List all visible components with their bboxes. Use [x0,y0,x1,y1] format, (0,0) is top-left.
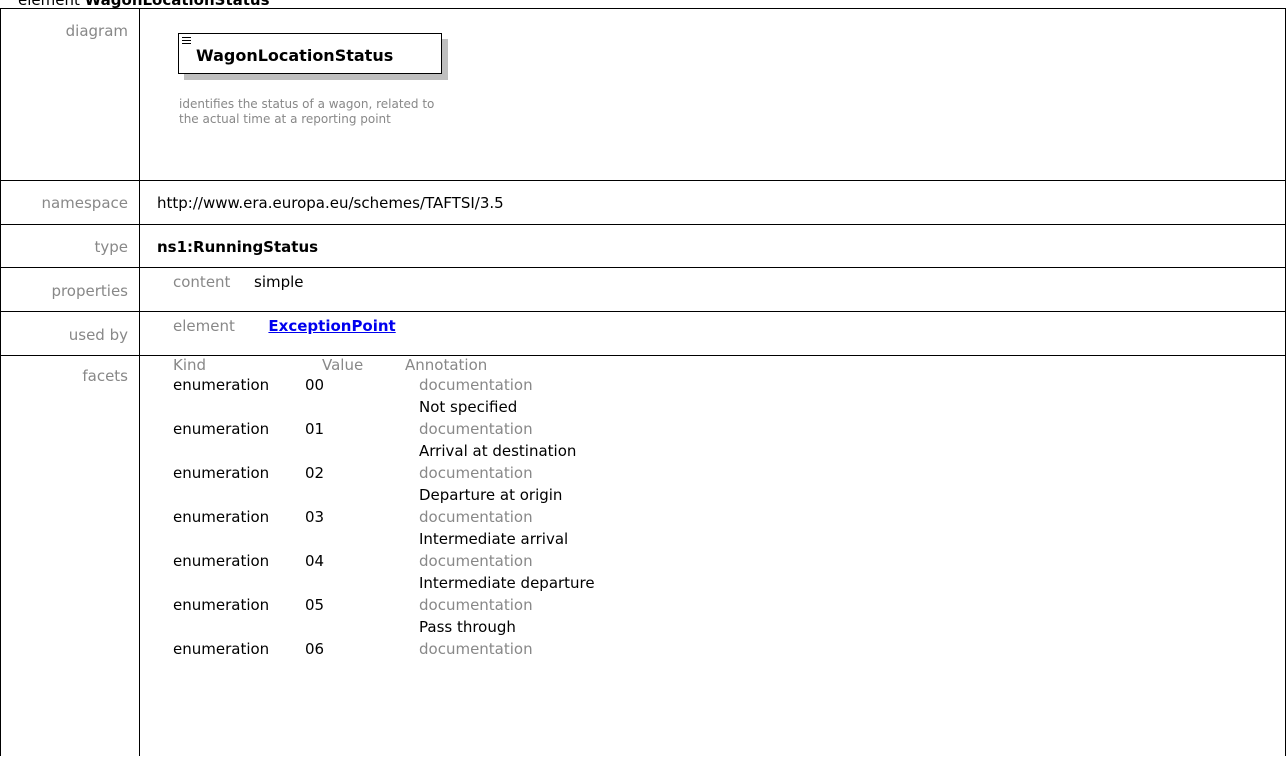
diagram-row: diagram WagonLocationStatus identifies t… [1,9,1285,181]
facets-header-value: Value [322,356,364,374]
facet-value: 01 [305,420,325,438]
facets-header-annotation: Annotation [405,356,488,374]
facet-doc-text: Intermediate departure [419,574,595,592]
used-by-content: element ExceptionPoint [173,316,396,336]
facet-doc-label: documentation [419,508,533,526]
type-row: type ns1:RunningStatus [1,225,1285,268]
facet-kind: enumeration [173,376,270,394]
facets-label: facets [82,367,128,385]
facet-doc-text: Pass through [419,618,516,636]
properties-key: content [173,273,231,291]
element-doc-icon [182,37,191,46]
facet-doc-text: Departure at origin [419,486,563,504]
facet-doc-text: Intermediate arrival [419,530,569,548]
facet-value: 04 [305,552,325,570]
facet-kind: enumeration [173,420,270,438]
namespace-row: namespace http://www.era.europa.eu/schem… [1,181,1285,225]
properties-label: properties [51,282,128,300]
diagram-element-box[interactable]: WagonLocationStatus [178,33,442,74]
diagram-documentation: identifies the status of a wagon, relate… [179,97,435,126]
facet-kind: enumeration [173,508,270,526]
properties-row: properties content simple [1,268,1285,312]
facet-value: 02 [305,464,325,482]
properties-content: content simple [173,272,304,292]
diagram-element-name: WagonLocationStatus [196,46,394,65]
facet-doc-text: Not specified [419,398,518,416]
facet-doc-label: documentation [419,640,533,658]
facet-kind: enumeration [173,464,270,482]
used-by-row: used by element ExceptionPoint [1,312,1285,356]
facet-doc-label: documentation [419,596,533,614]
used-by-label: used by [68,326,128,344]
facet-doc-text: Arrival at destination [419,442,577,460]
namespace-value: http://www.era.europa.eu/schemes/TAFTSI/… [157,194,504,212]
facet-doc-label: documentation [419,376,533,394]
type-label: type [94,238,128,256]
type-value: ns1:RunningStatus [157,238,319,256]
facet-value: 05 [305,596,325,614]
facet-value: 00 [305,376,325,394]
facet-doc-label: documentation [419,464,533,482]
namespace-label: namespace [41,194,128,212]
facet-value: 06 [305,640,325,658]
properties-value: simple [254,273,304,291]
facet-doc-label: documentation [419,552,533,570]
element-properties-table: diagram WagonLocationStatus identifies t… [0,8,1286,756]
facet-kind: enumeration [173,596,270,614]
facet-value: 03 [305,508,325,526]
exception-point-link[interactable]: ExceptionPoint [268,317,395,335]
facet-kind: enumeration [173,552,270,570]
facets-row: facets Kind Value Annotation enumeration… [1,356,1285,756]
diagram-label: diagram [65,22,128,40]
facet-doc-label: documentation [419,420,533,438]
used-by-kind: element [173,317,235,335]
facets-header-kind: Kind [173,356,207,374]
facet-kind: enumeration [173,640,270,658]
